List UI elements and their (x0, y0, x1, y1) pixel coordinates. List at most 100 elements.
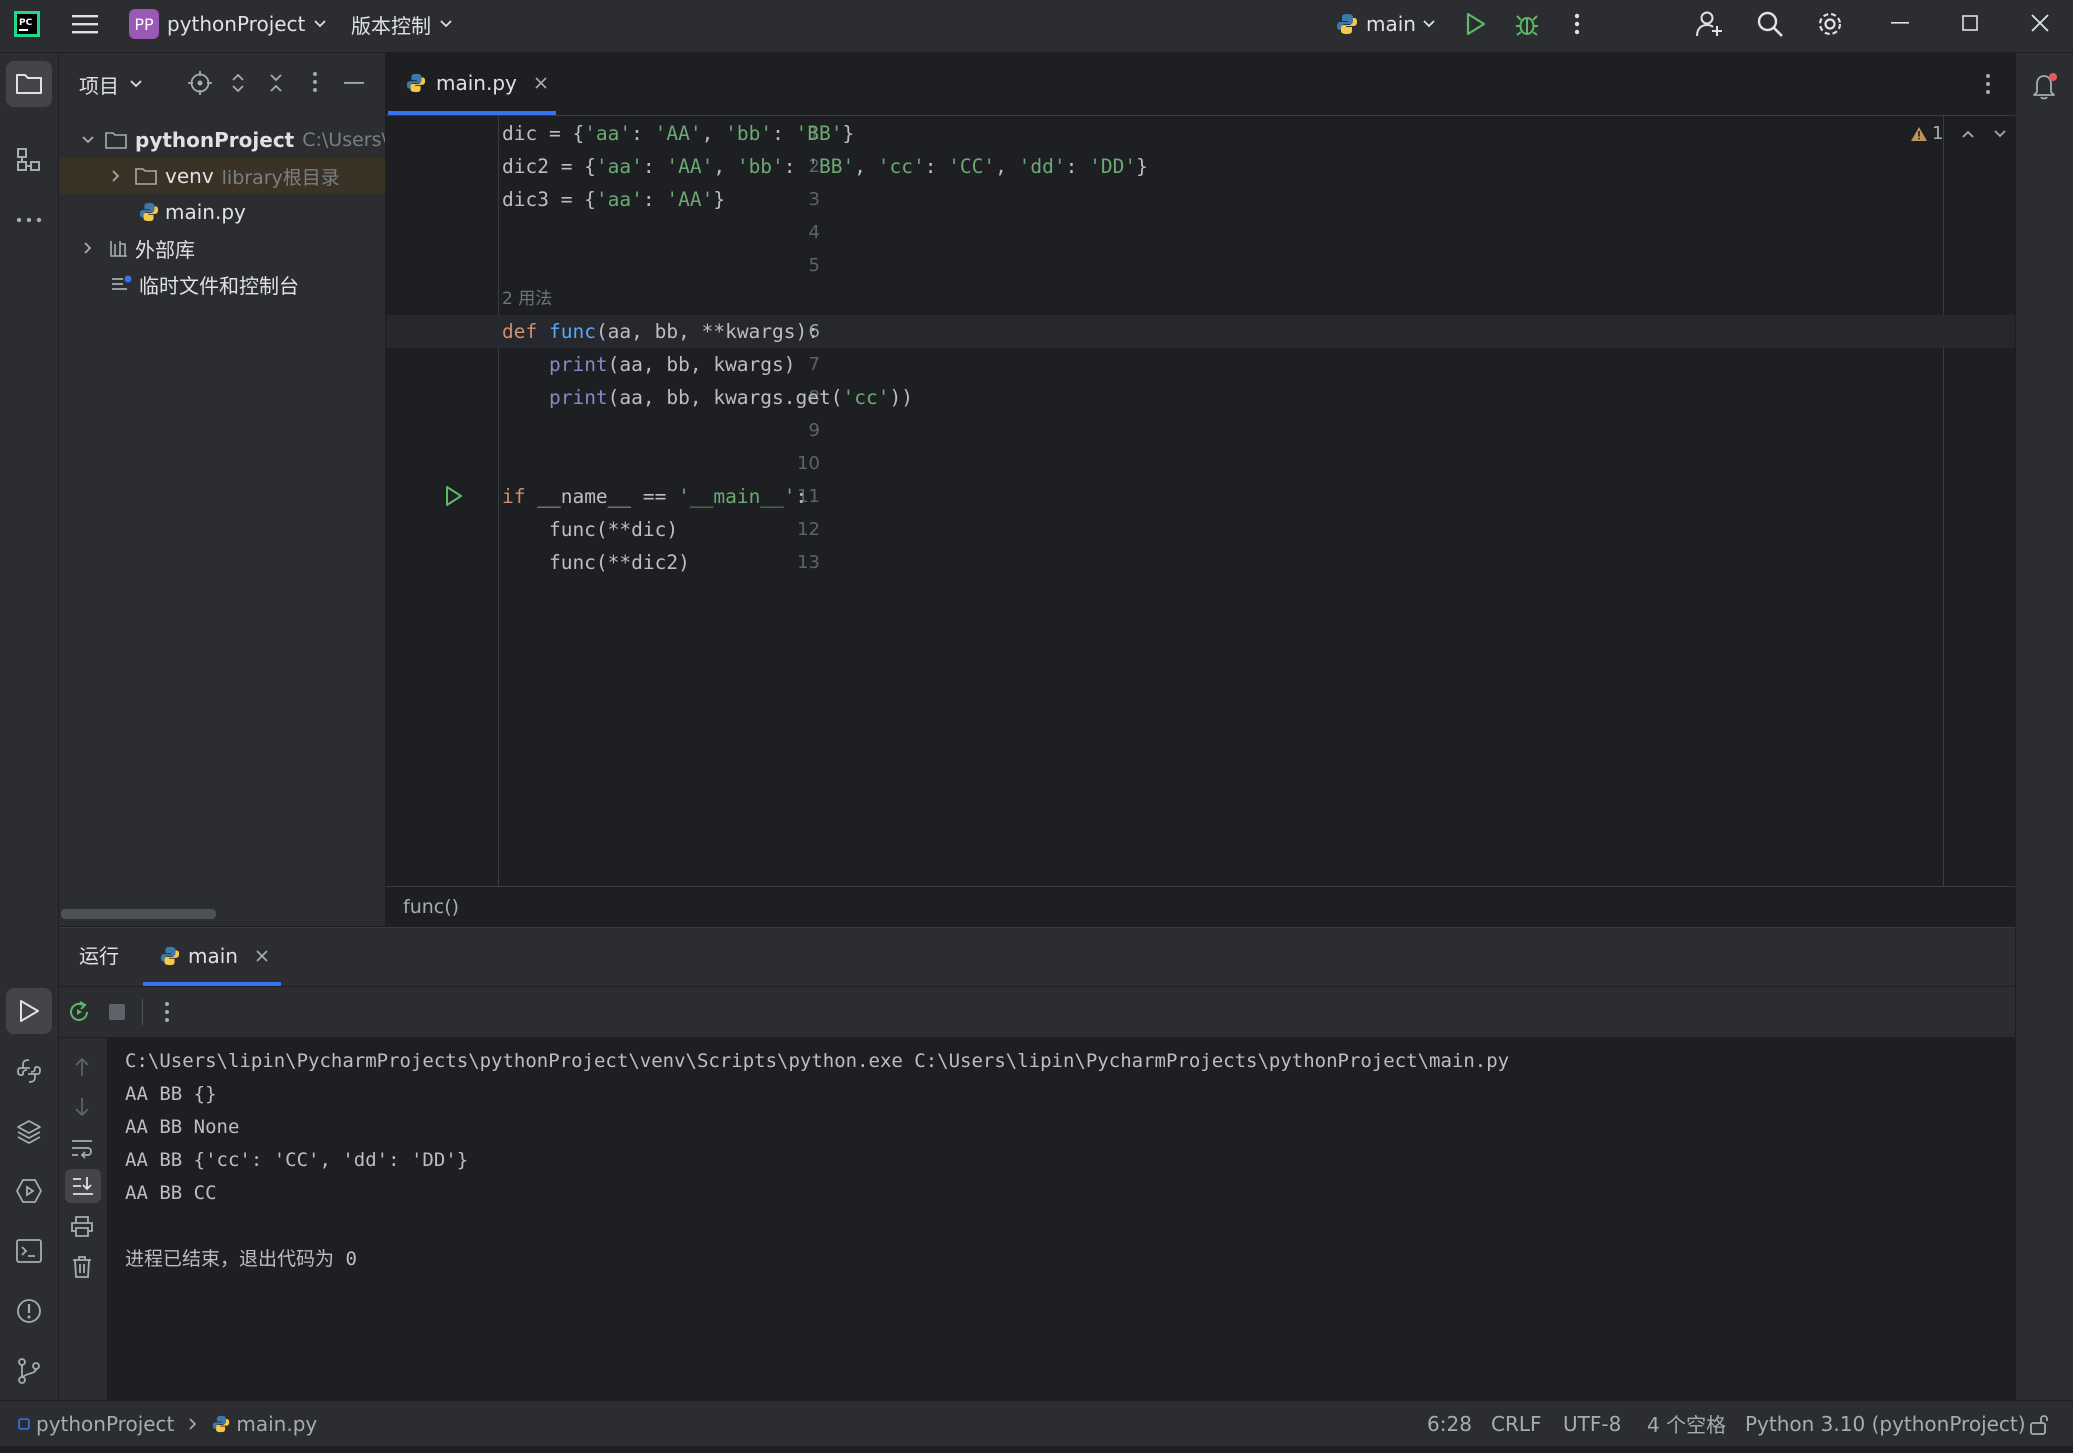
print-icon[interactable] (70, 1215, 94, 1237)
services-icon[interactable] (6, 1168, 52, 1214)
code-text: dic = {'aa': 'AA', 'bb': 'BB'} (502, 122, 855, 145)
more-options-icon[interactable] (164, 1001, 170, 1023)
console-line: C:\Users\lipin\PycharmProjects\pythonPro… (125, 1050, 1510, 1072)
tree-label: main.py (165, 200, 246, 224)
chevron-down-icon (81, 135, 95, 145)
debug-icon[interactable] (1515, 0, 1539, 48)
code-line-current[interactable]: 6 def func(aa, bb, **kwargs): (386, 315, 2015, 348)
search-icon[interactable] (1756, 0, 1784, 48)
clear-trash-icon[interactable] (71, 1255, 93, 1279)
arrow-down-icon[interactable] (73, 1096, 91, 1118)
vcs-menu-label: 版本控制 (351, 13, 431, 38)
horizontal-scrollbar[interactable] (61, 909, 216, 919)
tree-item-main-py[interactable]: main.py (59, 194, 385, 230)
notifications-bell-icon[interactable] (2022, 63, 2068, 109)
vcs-menu[interactable]: 版本控制 (351, 0, 453, 48)
collapse-all-icon[interactable] (268, 71, 284, 95)
tree-hint: library根目录 (221, 166, 340, 189)
editor-options-icon[interactable] (1985, 73, 1991, 95)
chevron-down-icon (1422, 19, 1436, 29)
code-line[interactable]: 3 dic3 = {'aa': 'AA'} (386, 183, 2015, 216)
code-line[interactable]: 11 if __name__ == '__main__': (386, 480, 2015, 513)
more-tools-icon[interactable] (6, 197, 52, 243)
code-line[interactable]: 8 print(aa, bb, kwargs.get('cc')) (386, 381, 2015, 414)
code-line[interactable]: 12 func(**dic) (386, 513, 2015, 546)
breadcrumb-func[interactable]: func() (403, 887, 459, 927)
code-text: func(**dic2) (502, 551, 690, 574)
python-icon (1336, 13, 1358, 35)
close-tab-icon[interactable] (535, 77, 547, 89)
code-line[interactable]: 5 (386, 249, 2015, 282)
module-icon (18, 1417, 30, 1430)
arrow-up-icon[interactable] (73, 1056, 91, 1078)
code-line[interactable]: 10 (386, 447, 2015, 480)
run-tool-icon[interactable] (6, 988, 52, 1034)
active-tab-indicator (388, 111, 556, 115)
console-output[interactable]: C:\Users\lipin\PycharmProjects\pythonPro… (108, 1038, 2015, 1401)
close-tab-icon[interactable] (256, 950, 268, 962)
caret-position[interactable]: 6:28 (1427, 1401, 1472, 1446)
scroll-to-end-toggle[interactable] (65, 1169, 101, 1203)
toolbar-divider (142, 999, 143, 1025)
code-line[interactable]: 7 print(aa, bb, kwargs) (386, 348, 2015, 381)
code-text: func(**dic) (502, 518, 679, 541)
project-tool-folder-icon[interactable] (6, 61, 52, 107)
run-config-selector[interactable]: main (1336, 0, 1436, 48)
project-options-icon[interactable] (312, 71, 318, 93)
problems-icon[interactable] (6, 1288, 52, 1334)
lock-open-icon[interactable] (2029, 1401, 2049, 1446)
python-interpreter[interactable]: Python 3.10 (pythonProject) (1745, 1401, 2026, 1446)
project-switcher[interactable]: PP pythonProject (129, 0, 327, 48)
structure-tool-icon[interactable] (6, 137, 52, 183)
project-name: pythonProject (167, 12, 306, 36)
project-panel-header[interactable]: 项目 (79, 69, 143, 99)
hide-panel-icon[interactable] (344, 81, 364, 85)
python-packages-layers-icon[interactable] (6, 1108, 52, 1154)
console-side-toolbar (59, 1038, 108, 1401)
active-tab-indicator (143, 982, 281, 986)
tree-item-external-libraries[interactable]: 外部库 (59, 230, 385, 266)
chevron-right-icon (111, 169, 121, 183)
run-gutter-icon[interactable] (444, 485, 464, 507)
python-console-icon[interactable] (6, 1048, 52, 1094)
add-user-icon[interactable] (1696, 0, 1724, 48)
stop-icon[interactable] (108, 1003, 126, 1021)
maximize-window-icon[interactable] (1940, 0, 2000, 46)
expand-all-icon[interactable] (230, 71, 246, 95)
file-encoding[interactable]: UTF-8 (1563, 1401, 1621, 1446)
line-number: 9 (808, 420, 820, 441)
tree-item-scratches[interactable]: 临时文件和控制台 (59, 266, 385, 302)
main-menu-button[interactable] (72, 0, 98, 48)
code-line[interactable]: 2 dic2 = {'aa': 'AA', 'bb': 'BB', 'cc': … (386, 150, 2015, 183)
line-separator[interactable]: CRLF (1491, 1401, 1542, 1446)
indent-setting[interactable]: 4 个空格 (1647, 1401, 1726, 1446)
editor-tab-bar: main.py (386, 53, 2015, 116)
run-tab-main[interactable]: main (160, 928, 268, 984)
code-line[interactable]: 4 (386, 216, 2015, 249)
tree-label: 外部库 (135, 237, 195, 262)
tree-item-project-root[interactable]: pythonProject C:\Users\li (59, 122, 385, 158)
usages-inlay-hint[interactable]: 2 用法 (502, 284, 552, 309)
status-breadcrumb[interactable]: pythonProject main.py (18, 1401, 317, 1446)
git-branch-icon[interactable] (6, 1348, 52, 1394)
minimize-window-icon[interactable] (1870, 0, 1930, 46)
console-line: AA BB {'cc': 'CC', 'dd': 'DD'} (125, 1149, 469, 1171)
code-line[interactable]: 9 (386, 414, 2015, 447)
tab-main-py[interactable]: main.py (406, 61, 547, 105)
locate-file-icon[interactable] (188, 71, 212, 95)
rerun-icon[interactable] (67, 1000, 91, 1024)
terminal-icon[interactable] (6, 1228, 52, 1274)
code-text: dic3 = {'aa': 'AA'} (502, 188, 726, 211)
status-bar: pythonProject main.py 6:28 CRLF UTF-8 4 … (0, 1400, 2073, 1446)
line-number: 5 (808, 255, 820, 276)
tree-hint: C:\Users\li (302, 129, 385, 151)
python-file-icon (212, 1415, 230, 1433)
more-actions-icon[interactable] (1574, 0, 1580, 48)
close-window-icon[interactable] (2010, 0, 2070, 46)
run-icon[interactable] (1465, 0, 1487, 48)
code-line[interactable]: 1 dic = {'aa': 'AA', 'bb': 'BB'} (386, 117, 2015, 150)
tree-item-venv[interactable]: venv library根目录 (59, 158, 385, 194)
code-line[interactable]: 13 func(**dic2) (386, 546, 2015, 579)
settings-gear-icon[interactable] (1816, 0, 1844, 48)
soft-wrap-icon[interactable] (70, 1137, 94, 1159)
